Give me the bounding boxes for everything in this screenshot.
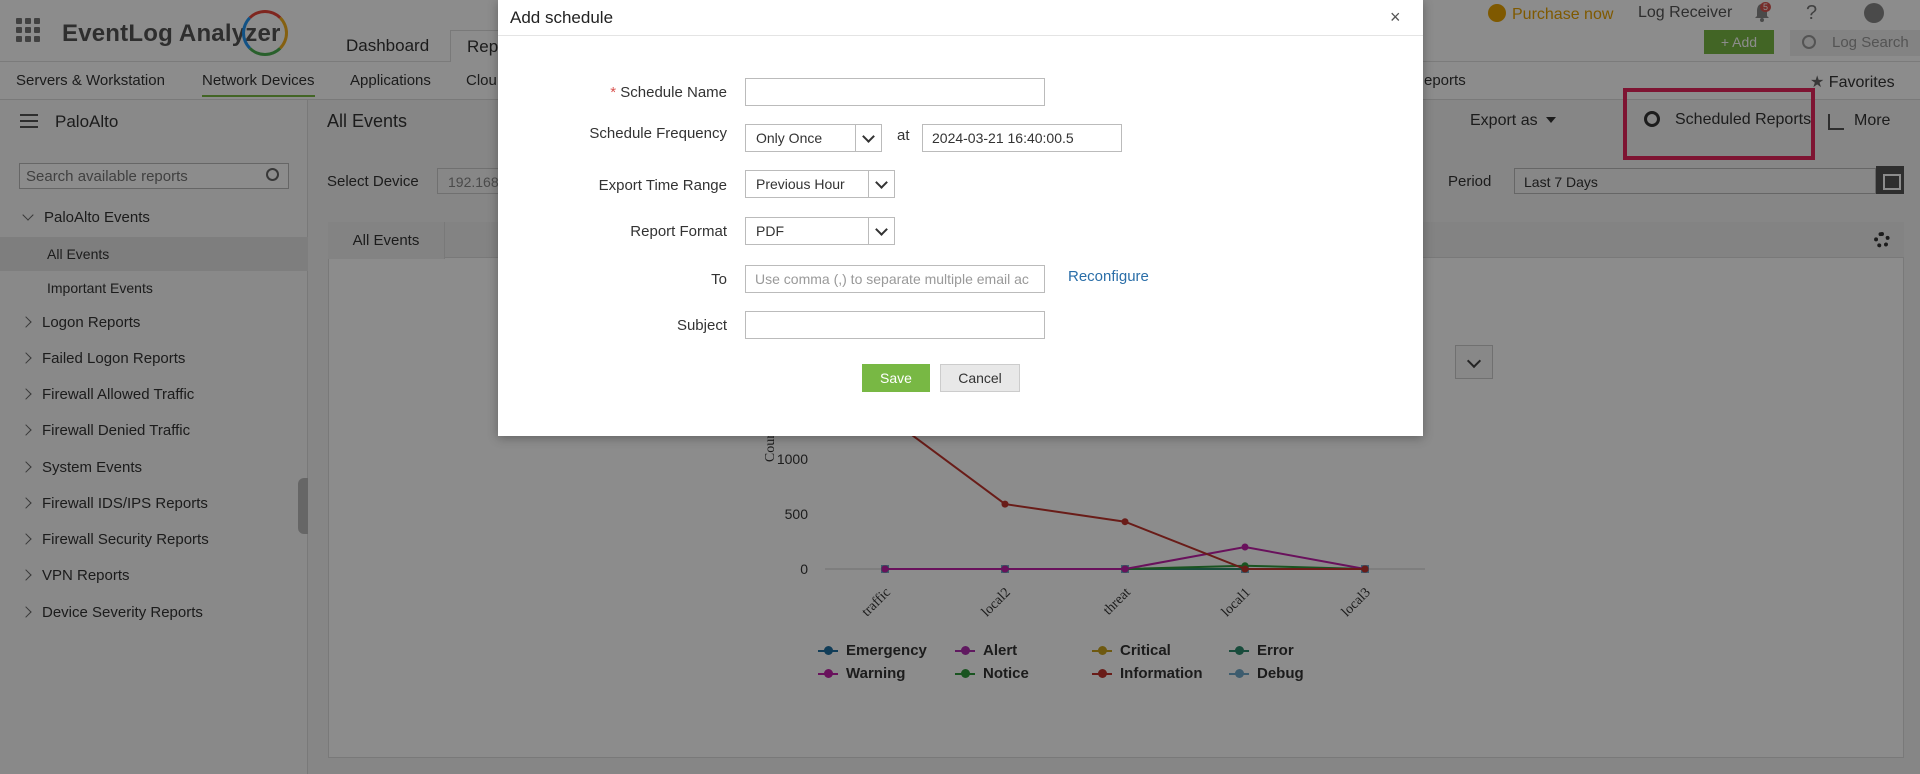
- schedule-name-label: * Schedule Name: [610, 84, 727, 101]
- reconfigure-link[interactable]: Reconfigure: [1068, 268, 1149, 285]
- subject-input[interactable]: [745, 311, 1045, 339]
- dialog-header: Add schedule ×: [498, 0, 1423, 36]
- chevron-down-icon: [855, 125, 881, 151]
- export-time-range-label: Export Time Range: [598, 177, 727, 194]
- to-label: To: [711, 271, 727, 288]
- schedule-frequency-label: Schedule Frequency: [589, 125, 727, 142]
- dialog-title: Add schedule: [510, 8, 614, 27]
- report-format-select[interactable]: PDF: [745, 217, 895, 245]
- chevron-down-icon: [868, 171, 894, 197]
- close-icon[interactable]: ×: [1390, 7, 1401, 28]
- chevron-down-icon: [868, 218, 894, 244]
- datetime-input[interactable]: 2024-03-21 16:40:00.5: [922, 124, 1122, 152]
- at-label: at: [897, 127, 910, 144]
- to-email-input[interactable]: Use comma (,) to separate multiple email…: [745, 265, 1045, 293]
- schedule-name-input[interactable]: [745, 78, 1045, 106]
- cancel-button[interactable]: Cancel: [940, 364, 1020, 392]
- time-range-select[interactable]: Previous Hour: [745, 170, 895, 198]
- subject-label: Subject: [676, 317, 727, 334]
- save-button[interactable]: Save: [862, 364, 930, 392]
- report-format-label: Report Format: [630, 223, 727, 240]
- frequency-select[interactable]: Only Once: [745, 124, 882, 152]
